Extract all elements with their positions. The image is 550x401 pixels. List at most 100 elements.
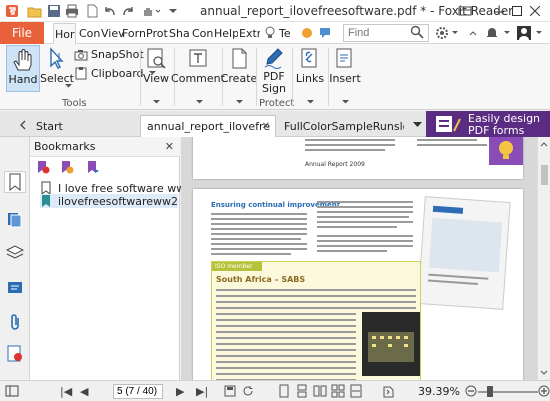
links-button[interactable]: Links bbox=[294, 45, 326, 92]
tab-help[interactable]: Help bbox=[213, 22, 238, 44]
user-avatar-icon[interactable] bbox=[516, 25, 532, 41]
open-icon[interactable] bbox=[26, 3, 42, 19]
pdf-sign-label-line2: Sign bbox=[262, 82, 286, 95]
tab-extras[interactable]: Extr bbox=[238, 22, 260, 44]
document-view[interactable]: Annual Report 2009 Ensuring continual im… bbox=[181, 137, 537, 380]
continuous-facing-view-icon[interactable] bbox=[330, 383, 346, 399]
single-page-view-icon[interactable] bbox=[276, 383, 292, 399]
tab-view[interactable]: Viev bbox=[100, 22, 123, 44]
view-label: View bbox=[142, 72, 170, 85]
save-state-icon[interactable] bbox=[222, 383, 238, 399]
add-bookmark-icon[interactable] bbox=[60, 159, 74, 175]
settings-gear-icon[interactable] bbox=[434, 25, 450, 41]
lightbulb-tip-badge[interactable] bbox=[489, 137, 523, 165]
attachments-paperclip-icon[interactable] bbox=[4, 311, 26, 333]
create-button[interactable]: Create bbox=[221, 45, 257, 92]
chat-icon[interactable] bbox=[318, 25, 332, 41]
bookmarks-panel-icon[interactable] bbox=[4, 171, 26, 193]
comment-button[interactable]: Comment bbox=[171, 45, 225, 92]
zoom-out-icon[interactable] bbox=[464, 383, 478, 399]
zoom-in-icon[interactable] bbox=[538, 383, 550, 399]
view-dropdown-icon[interactable] bbox=[152, 94, 160, 110]
ribbon-separator bbox=[292, 48, 293, 106]
delete-bookmark-icon[interactable] bbox=[36, 159, 50, 175]
text-line bbox=[211, 253, 291, 255]
new-document-icon[interactable] bbox=[84, 3, 100, 19]
file-tab[interactable]: File bbox=[0, 22, 44, 44]
page-number-field[interactable] bbox=[113, 384, 163, 399]
help-arrow-up-icon[interactable] bbox=[468, 25, 478, 41]
tab-home[interactable]: Hor bbox=[53, 23, 76, 45]
tab-form[interactable]: Forn bbox=[121, 22, 145, 44]
next-page-button[interactable]: ▶ bbox=[176, 385, 184, 398]
settings-dropdown-icon[interactable] bbox=[450, 25, 460, 41]
insert-button[interactable]: Insert bbox=[329, 45, 361, 92]
zoom-slider-knob[interactable] bbox=[486, 386, 493, 397]
tell-me-label[interactable]: Te bbox=[278, 22, 296, 44]
text-line bbox=[216, 295, 416, 297]
lightbulb-icon[interactable] bbox=[262, 25, 278, 41]
create-dropdown-icon[interactable] bbox=[235, 94, 243, 110]
undo-icon[interactable] bbox=[102, 3, 118, 19]
ribbon-display-icon[interactable] bbox=[448, 0, 482, 22]
tabs-list-dropdown-icon[interactable] bbox=[412, 117, 422, 133]
panel-toggle-icon[interactable] bbox=[4, 383, 20, 399]
pages-panel-icon[interactable] bbox=[4, 209, 26, 231]
close-panel-icon[interactable]: ✕ bbox=[165, 140, 174, 153]
design-forms-ad-banner[interactable]: Easily design PDF forms bbox=[426, 111, 550, 137]
foxit-logo-icon bbox=[4, 3, 20, 19]
save-icon[interactable] bbox=[46, 3, 62, 19]
link-icon bbox=[301, 48, 317, 68]
layers-panel-icon[interactable] bbox=[4, 242, 26, 264]
notification-dropdown-icon[interactable] bbox=[502, 25, 512, 41]
scroll-down-icon[interactable] bbox=[538, 368, 550, 378]
last-page-button[interactable]: ▶| bbox=[196, 385, 208, 398]
snapshot-button[interactable]: SnapShot bbox=[74, 48, 144, 61]
zoom-percentage[interactable]: 39.39% bbox=[418, 385, 460, 398]
tab-annual-report[interactable]: annual_report_ilovefre ✕ bbox=[140, 115, 276, 137]
tab-protect[interactable]: Prot bbox=[145, 22, 168, 44]
refresh-icon[interactable] bbox=[240, 383, 256, 399]
select-dropdown-icon[interactable] bbox=[64, 78, 72, 94]
continuous-view-icon[interactable] bbox=[294, 383, 310, 399]
text-line bbox=[317, 211, 413, 213]
user-dropdown-icon[interactable] bbox=[534, 25, 544, 41]
scroll-up-icon[interactable] bbox=[538, 139, 550, 149]
search-icon[interactable] bbox=[410, 25, 424, 39]
text-line bbox=[317, 240, 413, 242]
expand-bookmark-icon[interactable] bbox=[86, 159, 100, 175]
tab-connect[interactable]: Con bbox=[191, 22, 213, 44]
view-button[interactable]: View bbox=[142, 45, 170, 92]
bookmark-item[interactable]: I love free software ww1 bbox=[40, 181, 192, 195]
tab-share[interactable]: Sha bbox=[168, 22, 191, 44]
pen-sign-icon bbox=[264, 48, 283, 69]
scrollbar-thumb[interactable] bbox=[541, 165, 548, 185]
pdf-sign-button[interactable]: PDF Sign bbox=[258, 45, 290, 97]
tab-convert[interactable]: Con bbox=[78, 22, 100, 44]
text-line bbox=[305, 139, 395, 141]
vertical-scrollbar[interactable] bbox=[537, 137, 550, 380]
customize-quick-access-icon[interactable] bbox=[166, 3, 180, 19]
notification-bell-icon[interactable] bbox=[484, 25, 500, 41]
previous-page-button[interactable]: ◀ bbox=[80, 385, 88, 398]
close-window-button[interactable] bbox=[518, 0, 550, 22]
insert-dropdown-icon[interactable] bbox=[341, 94, 349, 110]
signatures-panel-icon[interactable] bbox=[4, 343, 26, 365]
text-line bbox=[216, 301, 416, 303]
first-page-button[interactable]: |◀ bbox=[60, 385, 72, 398]
tab-start[interactable]: Start bbox=[30, 115, 130, 137]
tabs-scroll-left-icon[interactable] bbox=[18, 117, 28, 133]
links-dropdown-icon[interactable] bbox=[306, 94, 314, 110]
print-icon[interactable] bbox=[64, 3, 80, 19]
comments-panel-icon[interactable] bbox=[4, 277, 26, 299]
rotate-page-icon[interactable] bbox=[380, 383, 396, 399]
close-tab-icon[interactable]: ✕ bbox=[262, 121, 270, 132]
hand-tool-button[interactable]: Hand bbox=[6, 45, 40, 92]
comment-dropdown-icon[interactable] bbox=[195, 94, 203, 110]
facing-view-icon[interactable] bbox=[312, 383, 328, 399]
redo-icon[interactable] bbox=[120, 3, 136, 19]
bookmark-item[interactable]: ilovefreesoftwareww2 bbox=[40, 194, 179, 208]
tab-fullcolor-sample[interactable]: FullColorSampleRunslo bbox=[278, 115, 404, 137]
hand-tool-quick-icon[interactable] bbox=[140, 3, 162, 19]
fit-width-icon[interactable] bbox=[348, 383, 364, 399]
